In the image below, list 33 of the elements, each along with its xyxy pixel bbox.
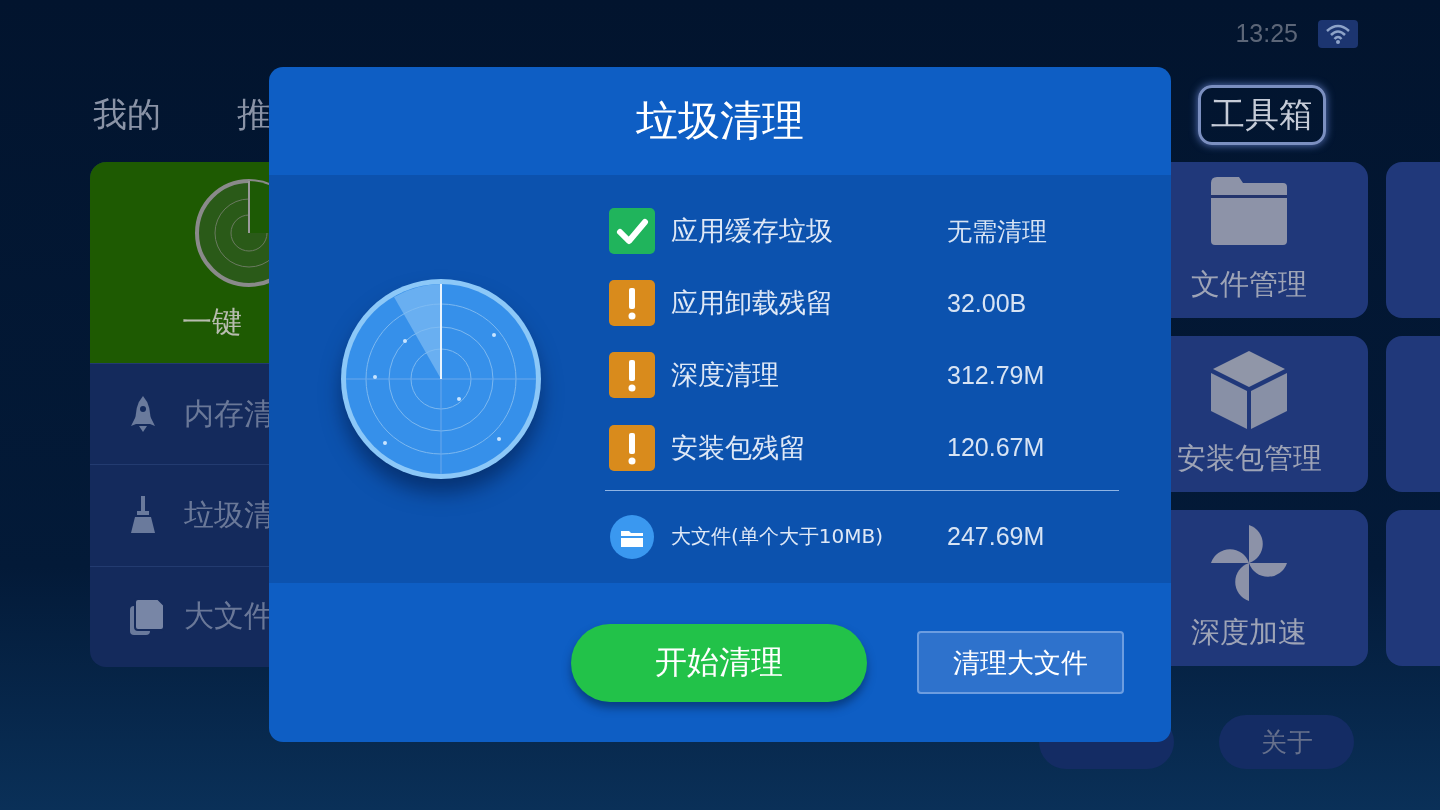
warning-icon xyxy=(609,280,655,327)
tool-tile[interactable] xyxy=(1386,162,1440,318)
item-value: 247.69M xyxy=(947,522,1045,552)
pill-button[interactable]: 关于 xyxy=(1219,715,1354,769)
item-label: 大文件(单个大于10MB) xyxy=(671,523,885,551)
folder-icon xyxy=(609,513,655,560)
clock-time: 13:25 xyxy=(1235,19,1298,48)
tool-label: 深度加速 xyxy=(1191,614,1307,651)
item-value: 无需清理 xyxy=(947,215,1047,247)
nav-tab[interactable]: 我的 xyxy=(90,84,174,145)
start-clean-button[interactable]: 开始清理 xyxy=(571,623,867,702)
item-label: 应用卸载残留 xyxy=(671,286,834,321)
warning-icon xyxy=(609,424,655,471)
clean-large-files-button[interactable]: 清理大文件 xyxy=(917,631,1124,694)
tool-label: 文件管理 xyxy=(1191,266,1307,303)
item-label: 安装包残留 xyxy=(671,430,807,465)
item-label: 应用缓存垃圾 xyxy=(671,214,834,249)
nav-tab[interactable]: 工具箱 xyxy=(1198,84,1326,145)
item-value: 32.00B xyxy=(947,288,1027,318)
tool-label: 安装包管理 xyxy=(1176,440,1322,477)
checkmark-icon xyxy=(609,208,655,255)
item-value: 120.67M xyxy=(947,433,1045,463)
pinwheel-icon xyxy=(1209,523,1289,603)
optimize-label: 一键 xyxy=(182,303,242,341)
dialog-title: 垃圾清理 xyxy=(635,95,805,147)
item-value: 312.79M xyxy=(947,360,1045,390)
cube-icon xyxy=(1209,349,1289,429)
tool-tile[interactable] xyxy=(1386,336,1440,492)
item-label: 深度清理 xyxy=(671,358,780,393)
menu-label: 大文件 xyxy=(184,597,274,636)
wifi-icon xyxy=(1318,19,1358,48)
warning-icon xyxy=(609,352,655,399)
tool-tile[interactable] xyxy=(1386,510,1440,666)
